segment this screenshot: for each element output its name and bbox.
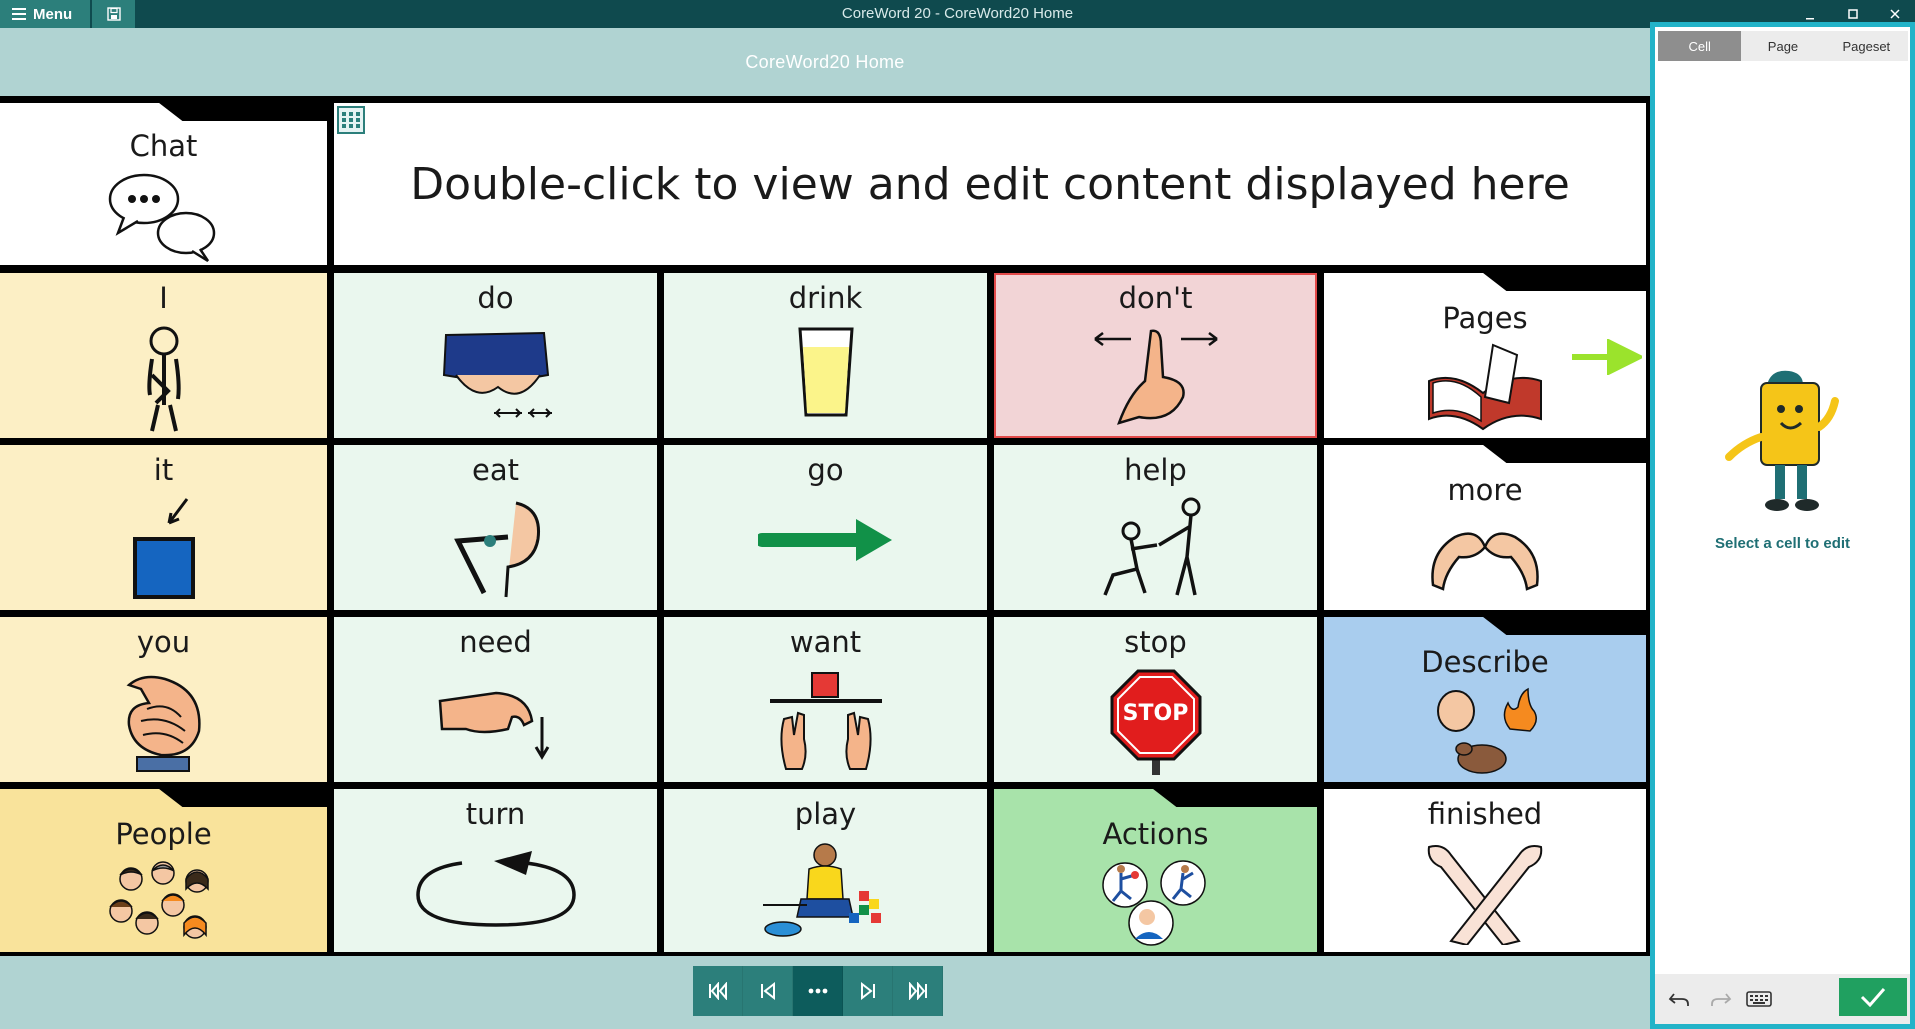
confirm-button[interactable] xyxy=(1839,978,1907,1016)
pages-label: Pages xyxy=(1442,301,1528,335)
save-icon xyxy=(106,7,121,21)
chat-label: Chat xyxy=(129,129,198,163)
last-page-icon[interactable] xyxy=(893,966,943,1016)
app-window: Menu CoreWord 20 - CoreWord20 Home CoreW… xyxy=(0,0,1915,1029)
cell-you[interactable]: you xyxy=(0,617,327,782)
page-title: CoreWord20 Home xyxy=(0,28,1650,96)
next-page-icon[interactable] xyxy=(843,966,893,1016)
cell-it-label: it xyxy=(153,453,174,487)
cell-play-label: play xyxy=(794,797,857,831)
cell-play[interactable]: play xyxy=(664,789,987,952)
select-cell-hint: Select a cell to edit xyxy=(1714,535,1851,552)
undo-icon[interactable] xyxy=(1661,984,1697,1014)
cell-stop[interactable]: stop STOP xyxy=(994,617,1317,782)
cell-stop-label: stop xyxy=(1124,625,1187,659)
person-eating-icon xyxy=(453,501,540,598)
window-title: CoreWord 20 - CoreWord20 Home xyxy=(841,5,1074,22)
cell-drink[interactable]: drink xyxy=(664,273,987,438)
redo-icon[interactable] xyxy=(1703,984,1739,1014)
open-book-icon xyxy=(1428,343,1542,431)
cell-do[interactable]: do xyxy=(334,273,657,438)
turn-rotation-icon xyxy=(415,851,576,927)
hands-doing-icon xyxy=(442,331,552,418)
pointing-at-object-icon xyxy=(132,498,195,599)
people-label: People xyxy=(115,817,212,851)
hamburger-icon xyxy=(12,8,26,20)
title-bar: Menu CoreWord 20 - CoreWord20 Home xyxy=(0,0,1915,28)
cell-more[interactable]: more xyxy=(1324,445,1646,610)
tab-page[interactable]: Page xyxy=(1741,31,1824,61)
panel-footer xyxy=(1655,974,1910,1024)
cell-need[interactable]: need xyxy=(334,617,657,782)
edit-side-panel: Cell Page Pageset Select a cell to edit xyxy=(1650,22,1915,1029)
cell-i[interactable]: I xyxy=(0,273,327,438)
message-window[interactable]: Double-click to view and edit content di… xyxy=(334,103,1646,265)
save-button[interactable] xyxy=(92,0,135,28)
cell-finished-label: finished xyxy=(1427,797,1543,831)
cell-eat[interactable]: eat xyxy=(334,445,657,610)
actions-label: Actions xyxy=(1102,817,1209,851)
cell-eat-label: eat xyxy=(472,453,519,487)
actions-folder[interactable]: Actions xyxy=(994,789,1317,952)
cell-help[interactable]: help xyxy=(994,445,1317,610)
glass-of-juice-icon xyxy=(797,327,854,417)
cell-dont[interactable]: don't xyxy=(994,273,1317,438)
pointing-at-you-icon xyxy=(126,675,201,772)
describe-folder[interactable]: Describe xyxy=(1324,617,1646,782)
more-icon[interactable] xyxy=(793,966,843,1016)
menu-label: Menu xyxy=(33,5,73,23)
panel-tabs: Cell Page Pageset xyxy=(1658,31,1908,61)
group-of-people-icon xyxy=(108,861,209,939)
people-folder[interactable]: People xyxy=(0,789,327,952)
cell-more-label: more xyxy=(1447,473,1523,507)
child-playing-icon xyxy=(762,843,881,937)
menu-button[interactable]: Menu xyxy=(0,0,90,28)
cell-help-label: help xyxy=(1124,453,1187,487)
cell-want[interactable]: want xyxy=(664,617,987,782)
green-arrow-right-icon xyxy=(757,519,892,561)
finger-wagging-icon xyxy=(1093,329,1218,425)
speech-bubbles-icon xyxy=(108,173,215,263)
describe-label: Describe xyxy=(1421,645,1549,679)
tab-pageset[interactable]: Pageset xyxy=(1825,31,1908,61)
cell-dont-label: don't xyxy=(1118,281,1193,315)
first-page-icon[interactable] xyxy=(693,966,743,1016)
stop-sign-text: STOP xyxy=(1122,701,1189,726)
hands-reaching-object-icon xyxy=(769,672,882,770)
cell-turn-label: turn xyxy=(465,797,526,831)
crossed-arms-finished-icon xyxy=(1427,845,1543,945)
checkmark-icon xyxy=(1860,988,1886,1007)
tab-cell[interactable]: Cell xyxy=(1658,31,1742,61)
cell-i-label: I xyxy=(159,281,168,315)
keyboard-icon[interactable] xyxy=(1737,984,1781,1014)
cell-need-label: need xyxy=(459,625,532,659)
page-navigation xyxy=(693,966,943,1016)
previous-page-icon[interactable] xyxy=(743,966,793,1016)
cell-finished[interactable]: finished xyxy=(1324,789,1646,952)
cell-do-label: do xyxy=(477,281,514,315)
describe-pictures-icon xyxy=(1437,687,1537,774)
cell-go-label: go xyxy=(807,453,844,487)
page-footer xyxy=(0,956,1650,1029)
pages-folder[interactable]: Pages xyxy=(1324,273,1646,438)
hands-together-more-icon xyxy=(1431,532,1539,591)
grid-layout-icon[interactable] xyxy=(337,106,365,134)
cell-want-label: want xyxy=(789,625,862,659)
cell-drink-label: drink xyxy=(788,281,863,315)
hand-pointing-down-icon xyxy=(438,691,549,760)
cell-it[interactable]: it xyxy=(0,445,327,610)
chat-folder[interactable]: Chat xyxy=(0,103,327,265)
cell-go[interactable]: go xyxy=(664,445,987,610)
arrow-right-icon xyxy=(1572,339,1642,375)
action-people-icon xyxy=(1101,860,1206,946)
helping-people-icon xyxy=(1102,497,1200,596)
mascot-illustration xyxy=(1725,370,1839,511)
cell-turn[interactable]: turn xyxy=(334,789,657,952)
person-pointing-self-icon xyxy=(146,326,181,432)
cell-you-label: you xyxy=(136,625,191,659)
message-placeholder: Double-click to view and edit content di… xyxy=(410,159,1570,210)
